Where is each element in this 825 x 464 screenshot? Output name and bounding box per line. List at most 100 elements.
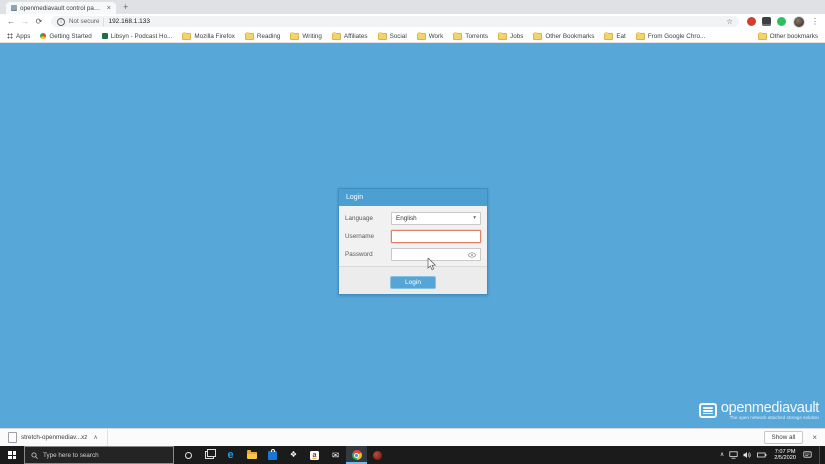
url-text: 192.168.1.133: [108, 18, 151, 25]
network-icon[interactable]: [729, 451, 738, 459]
bookmark-folder-torrents[interactable]: Torrents: [453, 31, 489, 40]
bookmark-folder-writing[interactable]: Writing: [290, 31, 322, 40]
taskbar-apps: e ❖ a ✉: [178, 446, 388, 464]
start-button[interactable]: [0, 446, 24, 464]
taskbar-clock[interactable]: 7:07 PM 2/5/2020: [774, 449, 796, 462]
bookmark-label: Apps: [16, 32, 31, 40]
clock-date: 2/5/2020: [774, 455, 796, 461]
folder-icon: [757, 31, 767, 40]
password-label: Password: [345, 250, 373, 258]
taskbar-search-input[interactable]: Type here to search: [24, 446, 174, 464]
tab-title: openmediavault control panel - 192.168.1…: [20, 4, 104, 12]
box-app-button[interactable]: ❖: [283, 446, 304, 464]
bookmark-label: Libsyn - Podcast Ho...: [110, 32, 173, 40]
download-item[interactable]: stretch-openmediav...xz ∧: [8, 429, 108, 446]
back-button[interactable]: ←: [5, 14, 17, 29]
mail-button[interactable]: ✉: [325, 446, 346, 464]
red-app-icon: [373, 450, 382, 460]
cortana-button[interactable]: [178, 446, 199, 464]
address-bar[interactable]: i Not secure 192.168.1.133 ☆: [51, 16, 739, 27]
show-password-eye-icon[interactable]: [468, 245, 476, 263]
folder-icon: [331, 31, 341, 40]
username-row: Username: [345, 229, 481, 243]
bookmark-label: Other bookmarks: [769, 32, 818, 40]
language-select[interactable]: English ▾: [391, 211, 481, 225]
browser-menu-icon[interactable]: ⋮: [810, 17, 820, 26]
red-app-button[interactable]: [367, 446, 388, 464]
bookmark-label: Jobs: [510, 32, 524, 40]
folder-icon: [290, 31, 300, 40]
forward-button[interactable]: →: [19, 14, 31, 29]
download-bar: stretch-openmediav...xz ∧ Show all ×: [0, 428, 825, 446]
username-input[interactable]: [391, 229, 481, 243]
amazon-button[interactable]: a: [304, 446, 325, 464]
file-explorer-button[interactable]: [241, 446, 262, 464]
show-all-downloads-button[interactable]: Show all: [763, 431, 804, 444]
chrome-button[interactable]: [346, 446, 367, 464]
folder-icon: [453, 31, 463, 40]
bookmark-label: Work: [428, 32, 444, 40]
file-icon: [8, 432, 17, 443]
reload-button[interactable]: ⟳: [33, 14, 45, 29]
folder-icon: [416, 31, 426, 40]
task-view-icon: [205, 449, 216, 459]
site-info-icon[interactable]: i: [57, 17, 65, 26]
bookmark-label: Social: [389, 32, 407, 40]
microsoft-store-button[interactable]: [262, 446, 283, 464]
tab-close-icon[interactable]: ×: [107, 4, 111, 12]
download-menu-chevron-icon[interactable]: ∧: [93, 434, 97, 441]
bookmark-label: Torrents: [465, 32, 489, 40]
login-button[interactable]: Login: [390, 276, 436, 289]
openmediavault-logo-icon: [698, 403, 717, 419]
bookmark-folder-other-bookmarks[interactable]: Other Bookmarks: [533, 31, 595, 40]
edge-icon: e: [227, 448, 234, 461]
hidden-icons-chevron-icon[interactable]: ∧: [720, 452, 724, 458]
new-tab-button[interactable]: +: [123, 0, 128, 14]
bookmark-label: Writing: [302, 32, 322, 40]
browser-tab[interactable]: openmediavault control panel - 192.168.1…: [6, 2, 116, 14]
chrome-icon: [351, 450, 362, 460]
bookmark-label: Affiliates: [343, 32, 368, 40]
bookmark-label: Mozilla Firefox: [194, 32, 235, 40]
bookmark-folder-from-google-chrome[interactable]: From Google Chro...: [635, 31, 706, 40]
bookmark-label: From Google Chro...: [647, 32, 706, 40]
download-bar-close-icon[interactable]: ×: [812, 433, 817, 442]
profile-avatar[interactable]: [793, 15, 805, 28]
password-row: Password: [345, 247, 481, 261]
bookmark-star-icon[interactable]: ☆: [726, 16, 733, 27]
bookmark-folder-reading[interactable]: Reading: [244, 31, 280, 40]
bookmark-folder-affiliates[interactable]: Affiliates: [331, 31, 368, 40]
task-view-button[interactable]: [199, 446, 220, 464]
bookmark-folder-social[interactable]: Social: [377, 31, 407, 40]
login-form: Language English ▾ Username Password: [339, 206, 487, 266]
bookmark-folder-mozilla-firefox[interactable]: Mozilla Firefox: [182, 31, 235, 40]
bookmark-getting-started[interactable]: Getting Started: [40, 33, 92, 40]
windows-logo-icon: [8, 451, 16, 459]
extension-red-icon[interactable]: [747, 17, 756, 26]
bookmark-folder-jobs[interactable]: Jobs: [498, 31, 524, 40]
show-desktop-button[interactable]: [819, 446, 823, 464]
folder-icon: [604, 31, 614, 40]
brand-tagline: The open network attached storage soluti…: [729, 415, 819, 421]
bookmark-apps[interactable]: Apps: [7, 33, 30, 40]
folder-icon: [244, 31, 254, 40]
login-panel-title: Login: [339, 189, 487, 206]
volume-icon[interactable]: [743, 451, 752, 459]
extension-dark-icon[interactable]: [762, 17, 771, 26]
action-center-icon[interactable]: [803, 451, 812, 459]
folder-icon: [182, 31, 192, 40]
folder-icon: [533, 31, 543, 40]
getting-started-icon: [40, 33, 47, 39]
extension-green-icon[interactable]: [777, 17, 786, 26]
bookmark-libsyn[interactable]: Libsyn - Podcast Ho...: [101, 32, 173, 40]
bookmark-folder-eat[interactable]: Eat: [604, 31, 626, 40]
edge-button[interactable]: e: [220, 446, 241, 464]
battery-icon[interactable]: [757, 452, 767, 458]
language-row: Language English ▾: [345, 211, 481, 225]
system-tray: ∧ 7:07 PM 2/5/2020: [720, 446, 825, 464]
cortana-icon: [185, 451, 192, 459]
bookmark-label: Other Bookmarks: [545, 32, 595, 40]
other-bookmarks-button[interactable]: Other bookmarks: [757, 31, 818, 40]
page-content: Login Language English ▾ Username Passwo…: [0, 43, 825, 428]
bookmark-folder-work[interactable]: Work: [416, 31, 444, 40]
